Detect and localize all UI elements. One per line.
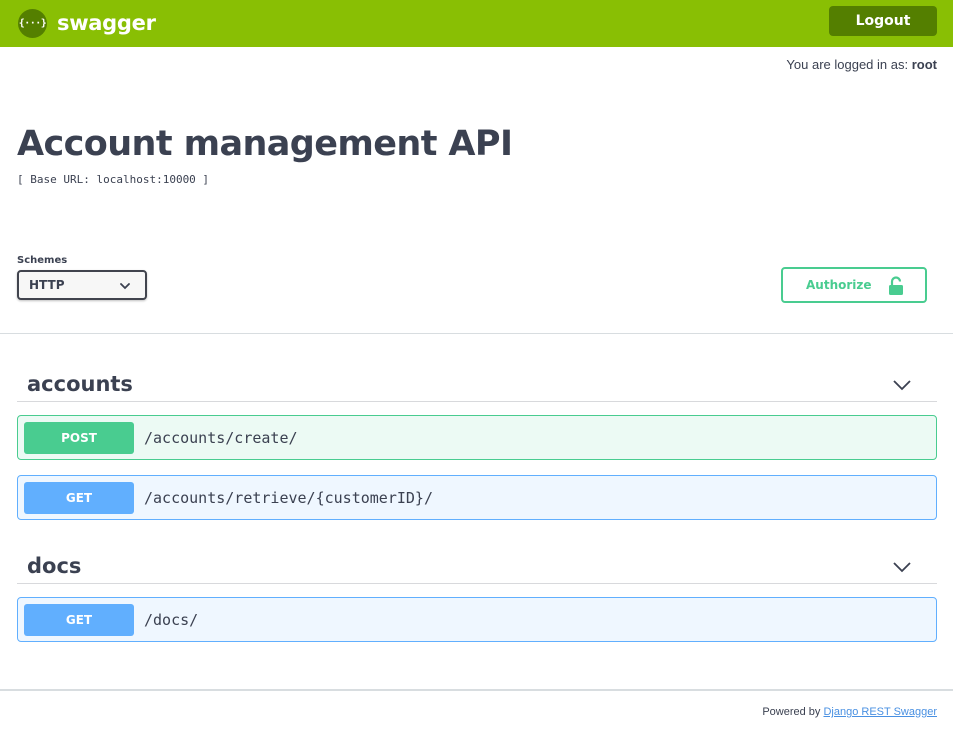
logout-button[interactable]: Logout <box>829 6 937 36</box>
tag-docs-name: docs <box>27 554 82 578</box>
header-divider <box>0 333 953 334</box>
api-title: Account management API <box>17 124 513 164</box>
operation-path: /accounts/create/ <box>144 429 298 447</box>
method-badge-post: POST <box>24 422 134 454</box>
chevron-down-icon <box>119 280 131 295</box>
brand[interactable]: {···} swagger <box>18 8 156 38</box>
schemes-selected-value: HTTP <box>29 278 65 292</box>
unlocked-lock-icon <box>888 276 904 299</box>
chevron-down-icon <box>892 558 912 577</box>
logged-in-username: root <box>911 57 937 72</box>
operation-post-accounts-create[interactable]: POST /accounts/create/ <box>17 415 937 460</box>
footer-divider <box>0 689 953 691</box>
footer-prefix: Powered by <box>762 706 821 718</box>
operation-path: /docs/ <box>144 611 199 629</box>
tag-docs-header[interactable]: docs <box>17 544 937 584</box>
logged-in-prefix: You are logged in as: <box>786 57 909 72</box>
schemes-select[interactable]: HTTP <box>17 270 147 300</box>
swagger-logo-icon: {···} <box>18 8 47 38</box>
schemes-label: Schemes <box>17 255 68 266</box>
brand-name: swagger <box>57 11 156 35</box>
base-url: [ Base URL: localhost:10000 ] <box>17 173 210 186</box>
tag-accounts-header[interactable]: accounts <box>17 362 937 402</box>
authorize-button[interactable]: Authorize <box>781 267 927 303</box>
operation-get-docs[interactable]: GET /docs/ <box>17 597 937 642</box>
logged-in-status: You are logged in as: root <box>786 57 937 72</box>
method-badge-get: GET <box>24 482 134 514</box>
operation-path: /accounts/retrieve/{customerID}/ <box>144 489 433 507</box>
tag-accounts-name: accounts <box>27 372 133 396</box>
method-badge-get: GET <box>24 604 134 636</box>
footer: Powered by Django REST Swagger <box>762 706 937 718</box>
authorize-label: Authorize <box>806 278 872 292</box>
top-bar: {···} swagger Logout <box>0 0 953 47</box>
operation-get-accounts-retrieve[interactable]: GET /accounts/retrieve/{customerID}/ <box>17 475 937 520</box>
footer-link[interactable]: Django REST Swagger <box>823 706 937 718</box>
chevron-down-icon <box>892 376 912 395</box>
